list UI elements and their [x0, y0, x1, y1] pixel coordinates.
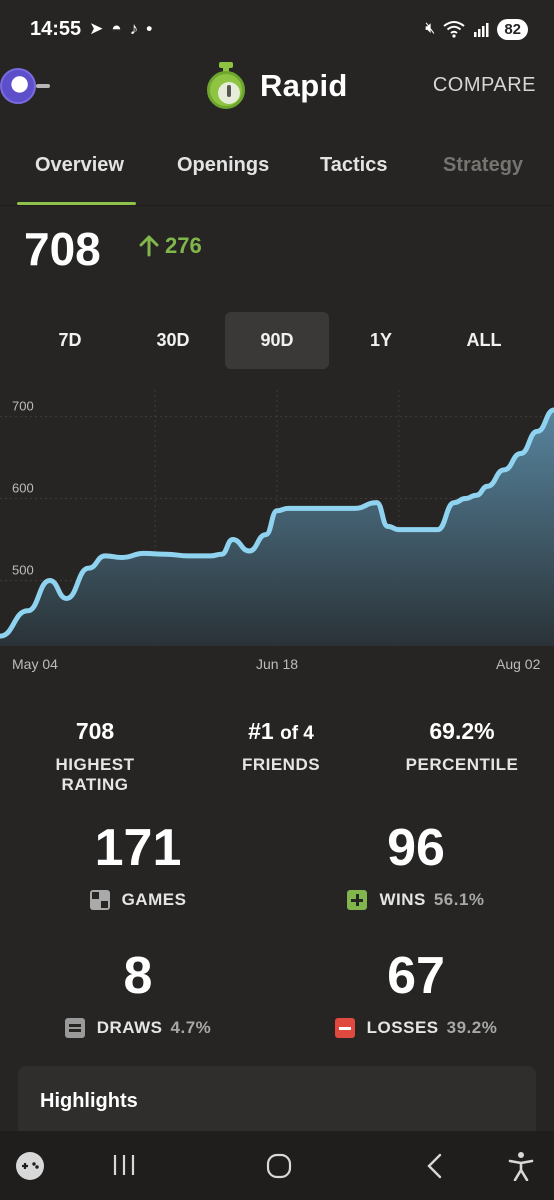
- status-right: 🔇︎ 82: [425, 18, 528, 40]
- highest-rating-value: 708: [75, 718, 115, 744]
- x-tick-label: Jun 18: [256, 656, 299, 672]
- range-selector: 7D 30D 90D 1Y ALL: [18, 312, 538, 369]
- accessibility-icon[interactable]: [508, 1151, 534, 1181]
- recent-apps-icon[interactable]: [112, 1153, 136, 1177]
- friends-label: FRIENDS: [241, 755, 321, 774]
- arrow-up-icon: [139, 235, 159, 257]
- friends-rank: #1 of 4: [221, 718, 341, 745]
- friends-rank-value: #1: [248, 718, 274, 744]
- title-group: Rapid: [206, 62, 348, 110]
- rating-change-value: 276: [165, 233, 202, 258]
- home-icon[interactable]: [266, 1153, 292, 1179]
- x-tick-label: May 04: [12, 656, 58, 672]
- draws-percent: 4.7%: [170, 1018, 212, 1037]
- app-header: Rapid COMPARE: [0, 58, 554, 122]
- avatar[interactable]: [0, 68, 36, 104]
- discord-icon: ◓: [111, 19, 122, 38]
- status-bar: 14:55 ➤ ◓ ♪ • 🔇︎ 82: [0, 0, 554, 58]
- losses-stat: 67 LOSSES 39.2%: [306, 950, 526, 1038]
- losses-icon: [334, 1018, 355, 1038]
- range-1y-button[interactable]: 1Y: [329, 312, 433, 369]
- highest-rating-label: HIGHEST RATING: [55, 755, 135, 794]
- games-value: 171: [94, 819, 182, 877]
- current-rating: 708: [24, 223, 101, 275]
- games-label: GAMES: [121, 890, 187, 909]
- page-title: Rapid: [260, 68, 348, 103]
- y-tick-label: 500: [12, 562, 34, 577]
- back-icon[interactable]: [425, 1153, 443, 1179]
- system-nav-bar: [0, 1131, 554, 1200]
- wins-percent: 56.1%: [433, 890, 485, 909]
- game-controller-icon[interactable]: [15, 1151, 45, 1181]
- x-tick-label: Aug 02: [496, 656, 541, 672]
- friends-stat[interactable]: #1 of 4 FRIENDS: [221, 718, 341, 775]
- draws-icon: [64, 1018, 85, 1038]
- losses-percent: 39.2%: [446, 1018, 498, 1037]
- highest-rating-stat: 708 HIGHEST RATING: [20, 718, 170, 795]
- rating-chart-svg: 700 600 500: [0, 390, 554, 646]
- notification-dot: •: [146, 19, 153, 38]
- draws-stat: 8 DRAWS 4.7%: [28, 950, 248, 1038]
- friends-total: of 4: [280, 723, 314, 744]
- wifi-icon: [443, 21, 465, 38]
- games-stat: 171 GAMES: [28, 822, 248, 910]
- rating-chart: 700 600 500 May 04 Jun 18 Aug 02: [0, 380, 554, 680]
- percentile-label: PERCENTILE: [405, 755, 519, 774]
- y-tick-label: 600: [12, 481, 34, 496]
- clock: 14:55: [30, 17, 82, 40]
- losses-value: 67: [387, 947, 445, 1005]
- signal-icon: [474, 23, 489, 37]
- range-90d-button[interactable]: 90D: [225, 312, 329, 369]
- y-tick-label: 700: [12, 399, 34, 414]
- status-left: 14:55 ➤ ◓ ♪ •: [30, 18, 152, 41]
- tab-strategy[interactable]: Strategy: [443, 154, 523, 177]
- range-7d-button[interactable]: 7D: [18, 312, 122, 369]
- wins-icon: [347, 890, 368, 910]
- tiktok-icon: ♪: [129, 19, 139, 38]
- range-all-button[interactable]: ALL: [432, 312, 536, 369]
- tab-openings[interactable]: Openings: [177, 154, 269, 177]
- tab-tactics[interactable]: Tactics: [320, 154, 387, 177]
- battery-icon: 82: [497, 18, 528, 40]
- tab-bar: Overview Openings Tactics Strategy: [0, 140, 554, 206]
- draws-label: DRAWS: [96, 1018, 163, 1037]
- wins-value: 96: [387, 819, 445, 877]
- highlights-title: Highlights: [40, 1090, 138, 1112]
- wins-label: WINS: [379, 890, 426, 909]
- losses-label: LOSSES: [366, 1018, 439, 1037]
- range-30d-button[interactable]: 30D: [121, 312, 225, 369]
- telegram-icon: ➤: [89, 19, 104, 38]
- tab-overview[interactable]: Overview: [35, 154, 124, 177]
- compare-button[interactable]: COMPARE: [433, 74, 536, 97]
- percentile-stat: 69.2% PERCENTILE: [404, 718, 520, 775]
- avatar-decoration: [36, 84, 50, 88]
- active-tab-indicator: [17, 202, 136, 205]
- rating-change: 276: [139, 233, 202, 259]
- mute-icon: 🔇︎: [425, 20, 436, 37]
- wins-stat: 96 WINS 56.1%: [306, 822, 526, 910]
- games-icon: [89, 890, 110, 910]
- stopwatch-icon: [206, 62, 246, 110]
- draws-value: 8: [123, 947, 153, 1005]
- percentile-value: 69.2%: [429, 718, 495, 744]
